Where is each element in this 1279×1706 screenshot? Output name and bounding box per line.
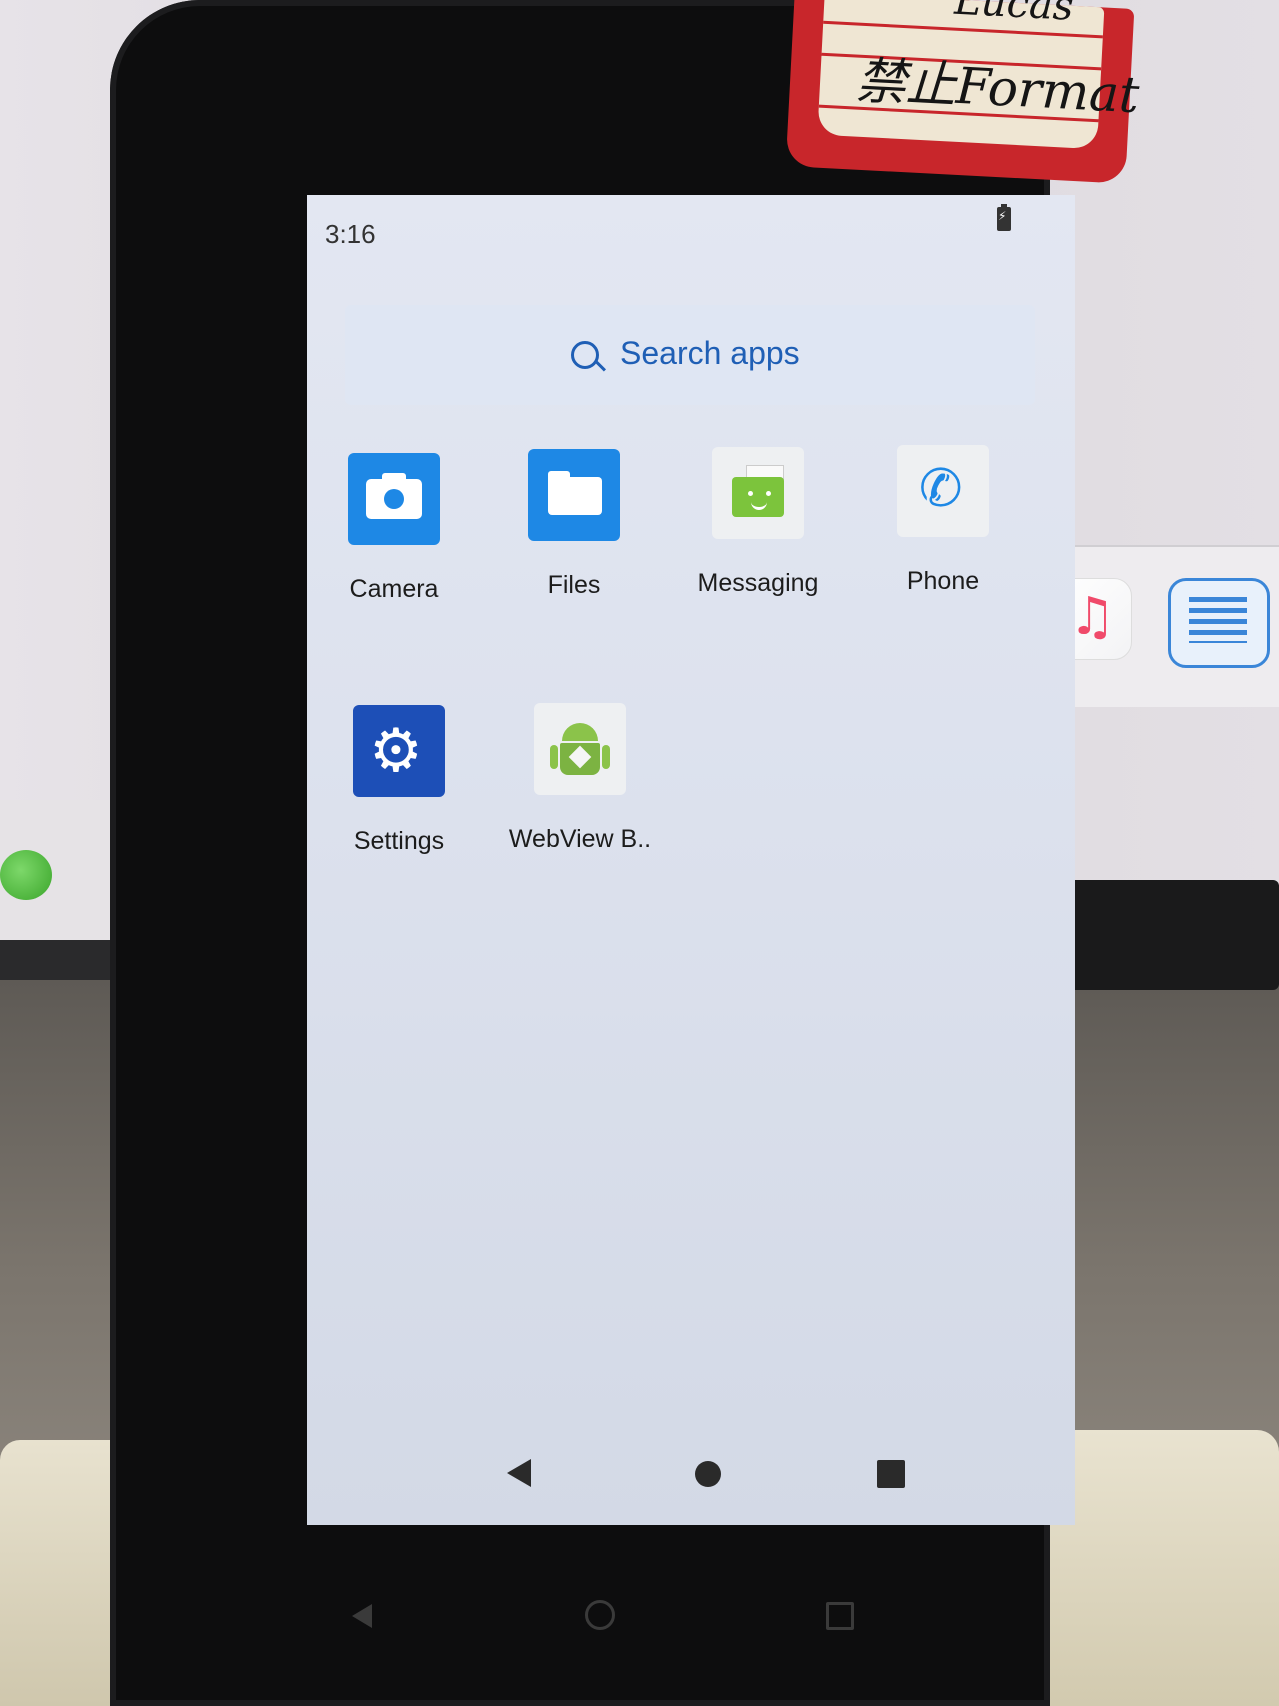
hardware-back-icon[interactable]: [352, 1604, 372, 1628]
app-camera[interactable]: Camera: [309, 453, 479, 604]
hardware-recents-icon[interactable]: [826, 1602, 854, 1630]
back-icon[interactable]: [507, 1459, 531, 1487]
app-messaging[interactable]: Messaging: [673, 447, 843, 598]
battery-charging-icon: [997, 204, 1011, 231]
app-phone[interactable]: ✆ Phone: [858, 445, 1028, 596]
android-icon: [534, 703, 626, 795]
label-sticker: Lucas 禁止Format: [785, 0, 1141, 184]
search-icon: [571, 341, 599, 369]
phone-device: Lucas 禁止Format 3:16 Search apps Camera F…: [110, 0, 1141, 1706]
hardware-home-icon[interactable]: [585, 1600, 615, 1630]
app-label: Phone: [906, 567, 980, 595]
sticker-handwriting-top: Lucas: [953, 0, 1075, 30]
app-label: Files: [547, 571, 601, 599]
cradle-right: [1050, 1430, 1279, 1706]
sticker-handwriting: 禁止Format: [854, 51, 1141, 125]
phone-icon: ✆: [897, 445, 989, 537]
document-icon: [1168, 578, 1270, 668]
gear-icon: ⚙: [353, 705, 445, 797]
messaging-icon: [712, 447, 804, 539]
camera-icon: [348, 453, 440, 545]
sticker-paper: Lucas 禁止Format: [817, 0, 1141, 150]
cable: [1040, 880, 1279, 990]
app-webview[interactable]: WebView B..: [495, 703, 665, 854]
home-screen: 3:16 Search apps Camera Files Messaging: [307, 195, 1075, 1525]
recents-icon[interactable]: [877, 1460, 905, 1488]
app-label: Camera: [349, 575, 439, 603]
status-time: 3:16: [325, 219, 376, 249]
folder-icon: [528, 449, 620, 541]
app-label: WebView B..: [508, 825, 652, 853]
green-app-icon: [0, 850, 52, 900]
app-label: Settings: [353, 827, 445, 855]
search-apps-bar[interactable]: Search apps: [345, 305, 1035, 405]
app-label: Messaging: [697, 569, 819, 597]
search-placeholder: Search apps: [620, 335, 800, 371]
app-settings[interactable]: ⚙ Settings: [314, 705, 484, 856]
app-files[interactable]: Files: [489, 449, 659, 600]
home-icon[interactable]: [695, 1461, 721, 1487]
